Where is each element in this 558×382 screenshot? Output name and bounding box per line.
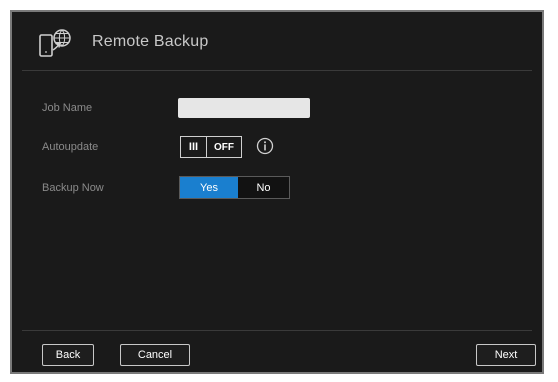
footer-divider — [22, 330, 532, 331]
toggle-handle[interactable]: III — [181, 137, 207, 157]
header-divider — [22, 70, 532, 71]
backup-now-yes-option[interactable]: Yes — [180, 177, 238, 198]
back-button[interactable]: Back — [42, 344, 94, 366]
dialog-title: Remote Backup — [92, 33, 209, 50]
autoupdate-label: Autoupdate — [42, 141, 99, 153]
backup-now-selector: Yes No — [179, 176, 290, 199]
backup-now-label: Backup Now — [42, 182, 104, 194]
job-name-input[interactable] — [178, 98, 310, 118]
remote-backup-icon — [39, 29, 71, 57]
cancel-button[interactable]: Cancel — [120, 344, 190, 366]
toggle-state-text: OFF — [214, 141, 234, 153]
dialog-header: Remote Backup — [12, 12, 542, 70]
backup-now-no-option[interactable]: No — [238, 177, 289, 198]
info-icon[interactable] — [256, 137, 274, 155]
next-button[interactable]: Next — [476, 344, 536, 366]
remote-backup-dialog: Remote Backup Job Name Autoupdate III OF… — [10, 10, 544, 374]
autoupdate-toggle[interactable]: III OFF — [180, 136, 242, 158]
job-name-label: Job Name — [42, 102, 93, 114]
